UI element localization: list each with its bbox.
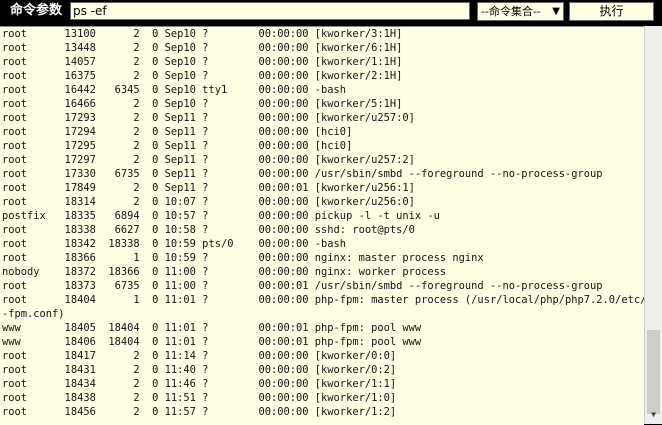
output-line: root 17297 2 0 Sep11 ? 00:00:00 [kworker… <box>2 154 415 166</box>
output-line: root 18366 1 0 10:59 ? 00:00:00 nginx: m… <box>2 252 484 264</box>
output-line: root 17330 6735 0 Sep11 ? 00:00:00 /usr/… <box>2 168 603 180</box>
scrollbar-thumb[interactable] <box>647 330 660 414</box>
output-line: root 18434 2 0 11:46 ? 00:00:00 [kworker… <box>2 378 397 390</box>
output-line: root 18456 2 0 11:57 ? 00:00:00 [kworker… <box>2 406 397 418</box>
scroll-down-arrow-icon[interactable]: ▼ <box>647 410 660 422</box>
output-line: www 18406 18404 0 11:01 ? 00:00:01 php-f… <box>2 336 422 348</box>
output-line: root 18438 2 0 11:51 ? 00:00:00 [kworker… <box>2 392 397 404</box>
output-line: root 16375 2 0 Sep10 ? 00:00:00 [kworker… <box>2 70 403 82</box>
output-line: root 13100 2 0 Sep10 ? 00:00:00 [kworker… <box>2 28 403 40</box>
command-params-label: 命令参数 <box>10 3 63 18</box>
output-line: nobody 18372 18366 0 11:00 ? 00:00:00 ng… <box>2 266 447 278</box>
output-line: root 18417 2 0 11:14 ? 00:00:00 [kworker… <box>2 350 397 362</box>
output-line: root 18431 2 0 11:40 ? 00:00:00 [kworker… <box>2 364 397 376</box>
output-line: root 17294 2 0 Sep11 ? 00:00:00 [hci0] <box>2 126 353 138</box>
dropdown-arrow-icon: ▼ <box>552 6 560 17</box>
output-line: www 18405 18404 0 11:01 ? 00:00:01 php-f… <box>2 322 422 334</box>
output-line: postfix 18335 6894 0 10:57 ? 00:00:00 pi… <box>2 210 440 222</box>
command-set-dropdown[interactable]: --命令集合-- ▼ <box>477 2 564 21</box>
output-line: root 18373 6735 0 11:00 ? 00:00:01 /usr/… <box>2 280 603 292</box>
output-line: root 18342 18338 0 10:59 pts/0 00:00:00 … <box>2 238 347 250</box>
output-line: -fpm.conf) <box>2 308 65 320</box>
command-output-console[interactable]: root 13100 2 0 Sep10 ? 00:00:00 [kworker… <box>0 26 644 425</box>
command-set-selected: --命令集合-- <box>481 5 541 18</box>
console-scrollbar[interactable]: ▼ <box>644 26 662 424</box>
command-toolbar: 命令参数 --命令集合-- ▼ 执行 <box>0 0 662 24</box>
output-line: root 17295 2 0 Sep11 ? 00:00:00 [hci0] <box>2 140 353 152</box>
output-line: root 17293 2 0 Sep11 ? 00:00:00 [kworker… <box>2 112 415 124</box>
output-line: root 18338 6627 0 10:58 ? 00:00:00 sshd:… <box>2 224 415 236</box>
output-line: root 18404 1 0 11:01 ? 00:00:00 php-fpm:… <box>2 294 644 306</box>
output-line: root 18314 2 0 10:07 ? 00:00:00 [kworker… <box>2 196 415 208</box>
output-line: root 16442 6345 0 Sep10 tty1 00:00:00 -b… <box>2 84 347 96</box>
output-line: root 14057 2 0 Sep10 ? 00:00:00 [kworker… <box>2 56 403 68</box>
command-input[interactable] <box>70 2 470 20</box>
output-line: root 17849 2 0 Sep11 ? 00:00:01 [kworker… <box>2 182 415 194</box>
output-line: root 16466 2 0 Sep10 ? 00:00:00 [kworker… <box>2 98 403 110</box>
output-line: root 13448 2 0 Sep10 ? 00:00:00 [kworker… <box>2 42 403 54</box>
run-button[interactable]: 执行 <box>569 2 654 21</box>
